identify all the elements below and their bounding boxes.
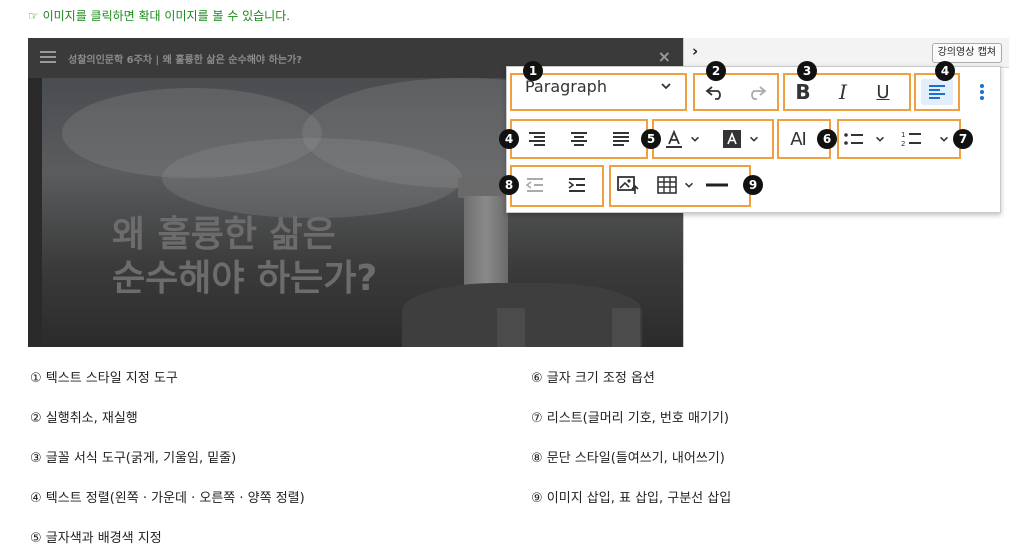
chevron-down-icon[interactable]: [682, 177, 696, 193]
undo-icon[interactable]: [703, 81, 727, 103]
marker-3: 3: [797, 61, 817, 81]
expand-arrow-icon[interactable]: ›: [692, 42, 698, 60]
bulleted-list-icon[interactable]: [841, 127, 867, 151]
marker-4-side: 4: [499, 129, 519, 149]
marker-6: 6: [817, 129, 837, 149]
svg-text:1: 1: [901, 131, 905, 139]
chevron-down-icon[interactable]: [873, 131, 887, 147]
italic-button[interactable]: I: [829, 79, 857, 105]
capture-video-button[interactable]: 강의영상 캡쳐: [931, 43, 1002, 63]
marker-7: 7: [953, 129, 973, 149]
insert-image-icon[interactable]: [615, 173, 641, 197]
font-color-icon[interactable]: [663, 127, 685, 151]
click-hint: ☞ 이미지를 클릭하면 확대 이미지를 볼 수 있습니다.: [28, 9, 291, 23]
menu-icon[interactable]: [40, 51, 56, 64]
outdent-icon[interactable]: [523, 173, 547, 197]
legend-item: ① 텍스트 스타일 지정 도구: [30, 371, 178, 386]
insert-table-icon[interactable]: [655, 173, 679, 197]
underline-button[interactable]: U: [869, 79, 897, 105]
chevron-down-icon[interactable]: [659, 79, 673, 93]
marker-4-top: 4: [935, 61, 955, 81]
align-left-button[interactable]: [921, 79, 953, 105]
chevron-down-icon[interactable]: [688, 131, 702, 147]
svg-text:2: 2: [901, 140, 905, 148]
legend-item: ⑧ 문단 스타일(들여쓰기, 내어쓰기): [531, 451, 725, 466]
panel-header: › 강의영상 캡쳐: [684, 38, 1009, 68]
player-title: 성찰의인문학 6주차 | 왜 훌륭한 삶은 순수해야 하는가?: [68, 55, 302, 66]
close-icon[interactable]: ×: [658, 47, 671, 66]
legend-item: ⑥ 글자 크기 조정 옵션: [531, 371, 655, 386]
bold-button[interactable]: B: [789, 79, 817, 105]
align-justify-icon[interactable]: [609, 127, 633, 151]
chevron-down-icon[interactable]: [747, 131, 761, 147]
legend-item: ⑦ 리스트(글머리 기호, 번호 매기기): [531, 411, 729, 426]
font-size-button[interactable]: AI: [783, 127, 813, 151]
legend-item: ③ 글꼴 서식 도구(굵게, 기울임, 밑줄): [30, 451, 237, 466]
editor-toolbar: Paragraph B I U AI 1 2 1 2 3 4 4 5 6 7 8…: [499, 61, 1001, 213]
legend-item: ⑤ 글자색과 배경색 지정: [30, 531, 162, 546]
indent-icon[interactable]: [565, 173, 589, 197]
video-headline: 왜 훌륭한 삶은 순수해야 하는가?: [112, 214, 378, 299]
chevron-down-icon[interactable]: [937, 131, 951, 147]
horizontal-line-icon[interactable]: [703, 173, 731, 197]
legend-item: ④ 텍스트 정렬(왼쪽 · 가운데 · 오른쪽 · 양쪽 정렬): [30, 491, 305, 506]
marker-9: 9: [743, 175, 763, 195]
legend-item: ⑨ 이미지 삽입, 표 삽입, 구분선 삽입: [531, 491, 732, 506]
marker-1: 1: [523, 61, 543, 81]
redo-icon[interactable]: [745, 81, 769, 103]
align-right-icon[interactable]: [525, 127, 549, 151]
marker-2: 2: [706, 61, 726, 81]
numbered-list-icon[interactable]: 12: [899, 127, 925, 151]
marker-8: 8: [499, 175, 519, 195]
legend-item: ② 실행취소, 재실행: [30, 411, 138, 426]
background-color-icon[interactable]: [721, 127, 743, 151]
marker-5: 5: [641, 129, 661, 149]
editor-screenshot[interactable]: 성찰의인문학 6주차 | 왜 훌륭한 삶은 순수해야 하는가? × 왜 훌륭한 …: [28, 38, 1009, 347]
align-center-icon[interactable]: [567, 127, 591, 151]
more-options-icon[interactable]: [971, 81, 993, 103]
